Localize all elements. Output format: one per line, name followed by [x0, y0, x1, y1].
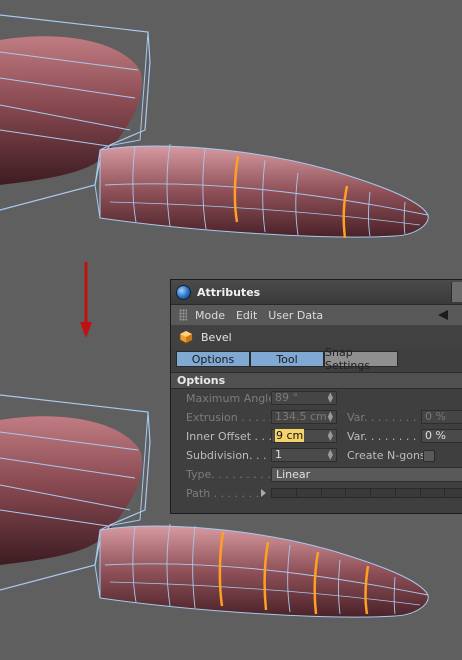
menu-edit[interactable]: Edit: [236, 309, 257, 322]
extrusion-label: Extrusion . . . . .: [186, 411, 273, 424]
section-header: Options: [171, 372, 462, 389]
max-angle-field[interactable]: 89 ° ▲ ▼: [271, 391, 337, 405]
grip-icon[interactable]: [179, 309, 187, 321]
attributes-icon: [176, 284, 191, 300]
subdivision-value: 1: [275, 448, 282, 461]
spinner-icon[interactable]: ▲ ▼: [328, 411, 333, 423]
row-type: Type. . . . . . . . . Linear: [171, 465, 462, 484]
menu-mode[interactable]: Mode: [195, 309, 225, 322]
object-name: Bevel: [201, 330, 232, 344]
row-max-angle: Maximum Angle 89 ° ▲ ▼: [171, 389, 462, 408]
var-field-2[interactable]: 0 %: [421, 429, 462, 443]
down-arrow-icon: [80, 262, 92, 338]
expand-triangle-icon[interactable]: [261, 489, 266, 497]
path-spline-bar[interactable]: [271, 488, 462, 498]
var-field-1[interactable]: 0 %: [421, 410, 462, 424]
mesh-top: [0, 14, 429, 239]
inner-offset-field[interactable]: 9 cm ▲ ▼: [271, 429, 337, 443]
spinner-icon[interactable]: ▲ ▼: [328, 392, 333, 404]
tab-tool[interactable]: Tool: [250, 351, 324, 367]
type-dropdown[interactable]: Linear: [271, 467, 462, 482]
inner-offset-value: 9 cm: [275, 429, 305, 442]
create-ngons-label: Create N-gons: [347, 449, 426, 462]
tab-bar: Options Tool Snap Settings: [171, 346, 462, 372]
spinner-icon[interactable]: ▲ ▼: [328, 449, 333, 461]
extrusion-value: 134.5 cm: [275, 410, 327, 423]
row-extrusion: Extrusion . . . . . 134.5 cm ▲ ▼ Var. . .…: [171, 408, 462, 427]
subdivision-field[interactable]: 1 ▲ ▼: [271, 448, 337, 462]
back-arrow-icon[interactable]: [438, 310, 448, 320]
inner-offset-label: Inner Offset . . .: [186, 430, 273, 443]
var-value-2: 0 %: [425, 429, 446, 442]
scrollbar-handle[interactable]: [451, 282, 462, 302]
var-label-1: Var. . . . . . . . .: [347, 411, 424, 424]
row-path: Path . . . . . . .: [171, 484, 462, 503]
max-angle-label: Maximum Angle: [186, 392, 275, 405]
spinner-icon[interactable]: ▲ ▼: [328, 430, 333, 442]
var-label-2: Var. . . . . . . . .: [347, 430, 424, 443]
path-label: Path . . . . . . .: [186, 487, 260, 500]
row-subdivision: Subdivision. . . . 1 ▲ ▼ Create N-gons: [171, 446, 462, 465]
panel-title: Attributes: [197, 285, 261, 299]
tab-options[interactable]: Options: [176, 351, 250, 367]
panel-titlebar[interactable]: Attributes: [171, 280, 462, 305]
attributes-panel: Attributes Mode Edit User Data Bevel Opt…: [170, 279, 462, 514]
var-value-1: 0 %: [425, 410, 446, 423]
create-ngons-checkbox[interactable]: [423, 450, 435, 462]
max-angle-value: 89 °: [275, 391, 298, 404]
object-header: Bevel: [171, 325, 462, 349]
type-label: Type. . . . . . . . .: [186, 468, 271, 481]
subdivision-label: Subdivision. . . .: [186, 449, 274, 462]
tab-snap-settings[interactable]: Snap Settings: [324, 346, 398, 372]
menu-bar: Mode Edit User Data: [171, 305, 462, 325]
row-inner-offset: Inner Offset . . . 9 cm ▲ ▼ Var. . . . . …: [171, 427, 462, 446]
bevel-tool-icon: [179, 330, 193, 344]
extrusion-field[interactable]: 134.5 cm ▲ ▼: [271, 410, 337, 424]
menu-user-data[interactable]: User Data: [268, 309, 323, 322]
